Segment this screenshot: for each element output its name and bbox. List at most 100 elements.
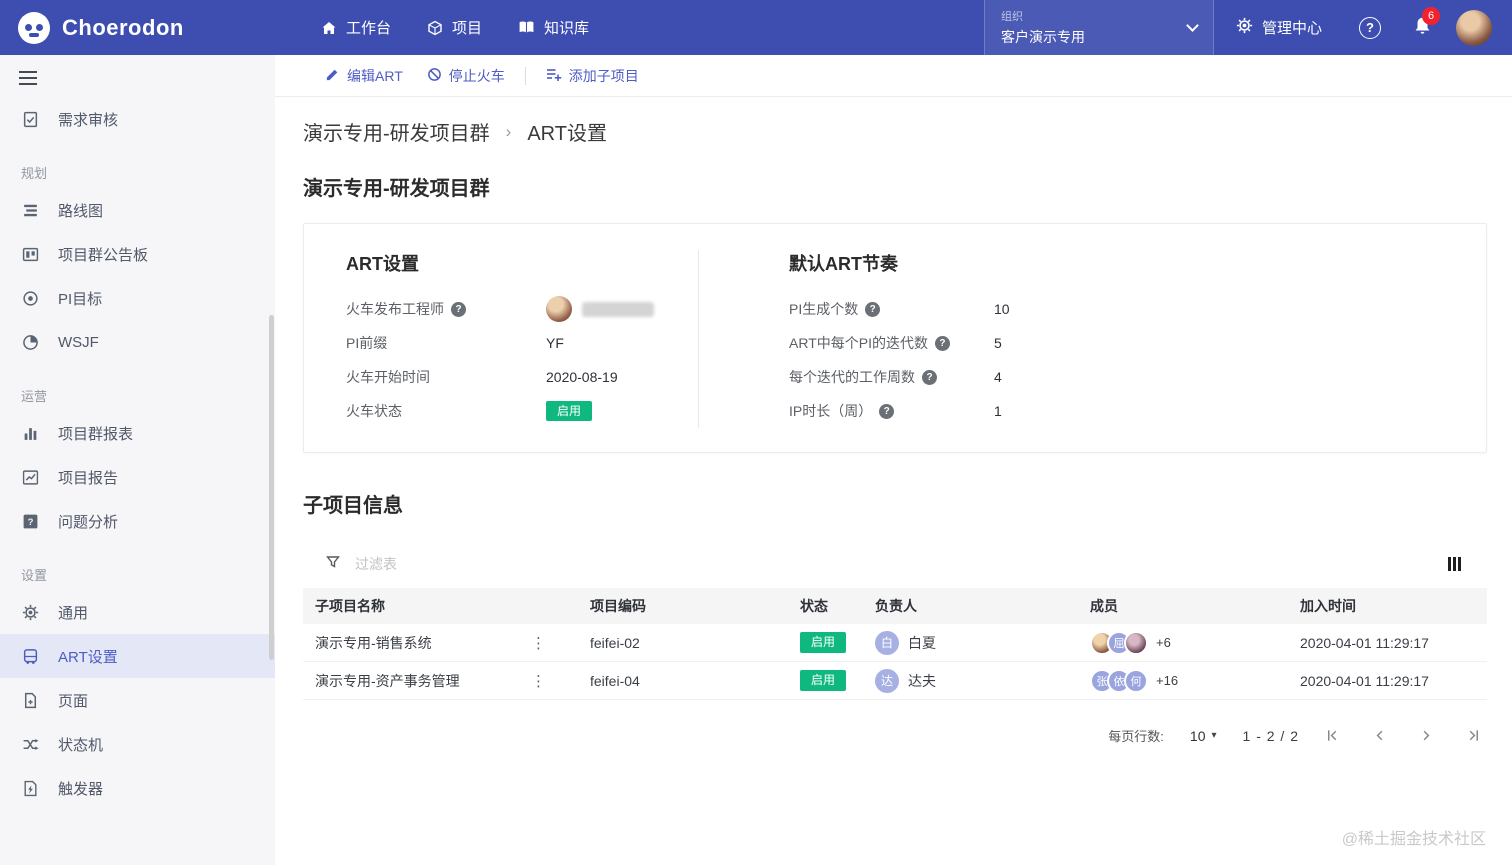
breadcrumb-parent[interactable]: 演示专用-研发项目群	[303, 117, 490, 146]
page-size-value: 10	[1189, 727, 1206, 744]
org-value: 客户演示专用	[1000, 29, 1085, 45]
sidebar-item-issue-analysis[interactable]: ? 问题分析	[0, 499, 275, 543]
field-pi-count: PI生成个数? 10	[789, 292, 1486, 326]
help-icon[interactable]: ?	[865, 301, 881, 317]
owner-avatar: 白	[875, 630, 899, 655]
engineer-avatar	[546, 296, 572, 322]
field-label: 火车状态	[346, 403, 402, 419]
field-label: 火车发布工程师	[346, 301, 444, 317]
column-header: 状态	[800, 598, 828, 614]
sidebar-item-pages[interactable]: 页面	[0, 678, 275, 722]
sidebar-item-program-reports[interactable]: 项目群报表	[0, 411, 275, 455]
first-page-button[interactable]	[1325, 728, 1340, 743]
table-header-row: 子项目名称 项目编码 状态 负责人 成员 加入时间	[303, 588, 1487, 624]
topbar-right-cluster: 组织 客户演示专用 管理中心 ? 6	[983, 0, 1512, 55]
trigger-icon	[21, 780, 39, 797]
org-caption: 组织	[1000, 11, 1023, 23]
member-overflow-count[interactable]: +6	[1156, 635, 1171, 650]
cube-icon	[427, 20, 443, 36]
sidebar-item-label: 页面	[58, 692, 89, 710]
redacted-name	[582, 301, 654, 317]
column-header: 负责人	[875, 598, 917, 614]
column-settings-icon[interactable]	[1444, 553, 1465, 575]
help-button[interactable]: ?	[1344, 0, 1396, 55]
sidebar-item-project-report[interactable]: 项目报告	[0, 455, 275, 499]
status-badge: 启用	[546, 400, 593, 422]
column-header: 项目编码	[590, 598, 646, 614]
sidebar-item-roadmap[interactable]: 路线图	[0, 188, 275, 232]
sidebar-item-trigger[interactable]: 触发器	[0, 766, 275, 810]
add-subproject-label: 添加子项目	[568, 67, 639, 84]
board-icon	[21, 246, 39, 263]
page-size-select[interactable]: 10 ▾	[1190, 728, 1217, 744]
help-icon[interactable]: ?	[922, 369, 937, 385]
choerodon-logo-icon	[18, 11, 50, 44]
rows-per-page-label: 每页行数:	[1108, 729, 1164, 744]
previous-page-button[interactable]	[1372, 728, 1387, 743]
table-filter-input[interactable]	[355, 556, 675, 572]
sidebar-scrollbar[interactable]	[269, 315, 274, 660]
member-overflow-count[interactable]: +16	[1156, 673, 1178, 688]
admin-center-button[interactable]: 管理中心	[1214, 0, 1344, 55]
nav-label: 知识库	[544, 20, 590, 37]
org-switcher[interactable]: 组织 客户演示专用	[983, 0, 1214, 55]
page-range: 1 - 2 / 2	[1242, 727, 1299, 744]
row-actions-icon[interactable]: ⋮	[527, 672, 550, 690]
sidebar-item-label: 问题分析	[58, 513, 119, 531]
action-toolbar: 编辑ART 停止火车 添加子项目	[275, 55, 1512, 97]
sidebar-item-state-machine[interactable]: 状态机	[0, 722, 275, 766]
stop-train-button[interactable]: 停止火车	[415, 66, 517, 86]
subprojects-table: 子项目名称 项目编码 状态 负责人 成员 加入时间 演示专用-销售系统 ⋮ fe…	[303, 540, 1487, 700]
sidebar-group-operations: 运营	[21, 389, 48, 404]
nav-label: 项目	[452, 20, 483, 37]
edit-art-button[interactable]: 编辑ART	[313, 66, 415, 86]
main-panel: 编辑ART 停止火车 添加子项目 演示专用-研发项目群 › ART设置 演示专用…	[275, 55, 1512, 865]
row-actions-icon[interactable]: ⋮	[527, 634, 550, 652]
svg-text:?: ?	[27, 517, 33, 528]
help-icon[interactable]: ?	[451, 301, 466, 317]
question-box-icon: ?	[21, 513, 39, 530]
sidebar-item-label: 触发器	[58, 780, 104, 798]
status-badge: 启用	[800, 632, 847, 653]
field-label: 每个迭代的工作周数	[789, 369, 915, 385]
line-chart-icon	[21, 469, 39, 486]
nav-knowledge[interactable]: 知识库	[500, 0, 607, 55]
field-value: 1	[994, 403, 1002, 419]
field-label: ART中每个PI的迭代数	[789, 335, 928, 351]
gear-icon	[21, 604, 39, 621]
member-avatar	[1124, 630, 1148, 655]
top-nav: 工作台 项目 知识库	[303, 0, 607, 55]
nav-workbench[interactable]: 工作台	[303, 0, 409, 55]
nav-projects[interactable]: 项目	[409, 0, 500, 55]
sidebar-item-program-board[interactable]: 项目群公告板	[0, 232, 275, 276]
user-avatar[interactable]	[1456, 9, 1492, 46]
last-page-button[interactable]	[1466, 728, 1481, 743]
admin-label: 管理中心	[1261, 20, 1322, 37]
sidebar-item-wsjf[interactable]: WSJF	[0, 320, 275, 364]
field-value: 5	[994, 335, 1002, 351]
help-icon[interactable]: ?	[879, 403, 895, 419]
field-weeks-per-iteration: 每个迭代的工作周数? 4	[789, 360, 1486, 394]
bar-chart-icon	[21, 425, 39, 442]
sidebar-item-pi-objectives[interactable]: PI目标	[0, 276, 275, 320]
field-pi-prefix: PI前缀 YF	[346, 326, 698, 360]
field-iterations-per-pi: ART中每个PI的迭代数? 5	[789, 326, 1486, 360]
breadcrumb: 演示专用-研发项目群 › ART设置	[303, 117, 1487, 146]
art-cadence-title: 默认ART节奏	[789, 254, 898, 274]
next-page-button[interactable]	[1419, 728, 1434, 743]
sidebar-item-demand-review[interactable]: 需求审核	[0, 97, 275, 141]
menu-toggle-button[interactable]	[19, 71, 37, 85]
help-icon[interactable]: ?	[934, 335, 950, 351]
add-subproject-button[interactable]: 添加子项目	[534, 66, 651, 86]
sidebar-item-art-settings[interactable]: ART设置	[0, 634, 275, 678]
pagination: 每页行数: 10 ▾ 1 - 2 / 2	[303, 726, 1487, 745]
notifications-button[interactable]: 6	[1396, 0, 1448, 55]
joined-time: 2020-04-01 11:29:17	[1300, 634, 1429, 651]
brand-home-link[interactable]: Choerodon	[0, 0, 275, 55]
pie-icon	[21, 334, 39, 351]
field-train-status: 火车状态 启用	[346, 394, 698, 428]
sidebar-item-general[interactable]: 通用	[0, 590, 275, 634]
field-value: 2020-08-19	[546, 369, 618, 385]
field-ip-duration: IP时长（周）? 1	[789, 394, 1486, 428]
breadcrumb-current: ART设置	[527, 123, 607, 145]
